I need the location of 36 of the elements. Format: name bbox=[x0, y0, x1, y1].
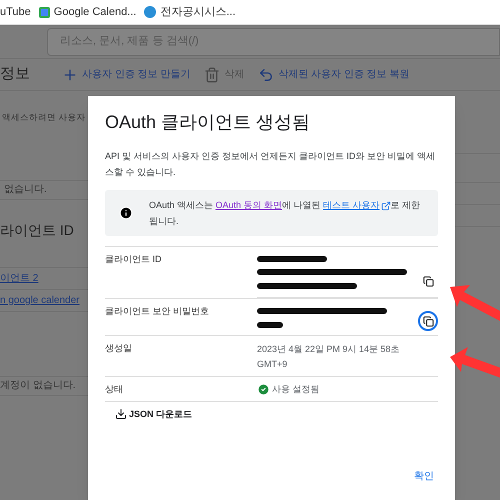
toolbar-button[interactable]: 삭제된 사용자 인증 정보 복원 bbox=[258, 66, 410, 82]
empty-text: 없습니다. bbox=[3, 183, 47, 198]
notice-text: 액세스하려면 사용자 bbox=[1, 111, 86, 124]
field-label: 생성일 bbox=[105, 343, 132, 353]
download-icon bbox=[115, 408, 127, 420]
description-text: API 및 서비스의 사용자 인증 정보에서 언제든지 클라이언트 ID와 보안 비밀에 액세스할 수 있습니다. bbox=[105, 150, 436, 179]
field-value: 2023년 4월 22일 PM 9시 14분 58초 GMT+9 bbox=[257, 343, 401, 371]
copy-icon bbox=[422, 316, 434, 326]
bookmark-link[interactable]: Google Calend... bbox=[54, 4, 136, 20]
plus-icon bbox=[62, 66, 78, 82]
dialog-title: OAuth 클라이언트 생성됨 bbox=[105, 111, 312, 134]
external-link-icon bbox=[380, 200, 391, 211]
trash-icon bbox=[204, 66, 220, 82]
arrow-annotation bbox=[448, 283, 500, 323]
copy-icon bbox=[422, 276, 434, 286]
undo-icon bbox=[258, 66, 274, 82]
copy-button[interactable] bbox=[418, 311, 438, 331]
field-label: 상태 bbox=[105, 384, 123, 394]
bookmark-link[interactable]: 전자공시시스... bbox=[160, 4, 236, 20]
consent-screen-link[interactable]: OAuth 동의 화면 bbox=[216, 200, 282, 210]
test-users-link[interactable]: 테스트 사용자 bbox=[323, 200, 391, 210]
section-title: 라이언트 ID bbox=[0, 220, 75, 240]
field-label: 클라이언트 보안 비밀번호 bbox=[105, 306, 210, 316]
calendar-icon bbox=[38, 6, 50, 18]
field-label: 클라이언트 ID bbox=[105, 254, 162, 264]
page-title: 정보 bbox=[0, 64, 31, 84]
confirm-button[interactable]: 확인 bbox=[414, 469, 434, 484]
bookmark-link[interactable]: uTube bbox=[0, 4, 31, 20]
toolbar-button[interactable]: 사용자 인증 정보 만들기 bbox=[62, 66, 190, 82]
client-link[interactable]: n google calender bbox=[0, 292, 80, 308]
field-value: 사용 설정됨 bbox=[272, 383, 320, 396]
download-json-button[interactable]: JSON 다운로드 bbox=[115, 408, 192, 421]
client-link[interactable]: 이언트 2 bbox=[0, 270, 38, 286]
empty-text: 계정이 없습니다. bbox=[0, 379, 76, 394]
info-text: OAuth 액세스는 OAuth 동의 화면에 나열된 테스트 사용자 로 제한됩니다. bbox=[149, 199, 422, 228]
info-icon bbox=[119, 206, 133, 220]
